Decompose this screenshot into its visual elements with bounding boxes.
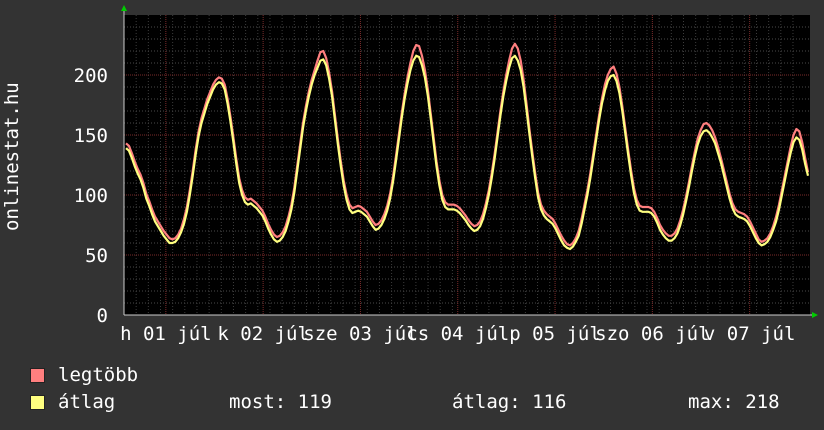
atlag-label: átlag bbox=[58, 391, 116, 413]
traffic-chart: 0 50 100 150 200 h 01 júl k 02 júlsze 03 júlcs… bbox=[74, 5, 818, 345]
y-tick-label: 0 bbox=[97, 305, 108, 327]
legtobb-swatch bbox=[30, 367, 45, 383]
atlag-swatch bbox=[30, 394, 45, 410]
x-tick-label: v 07 júl bbox=[704, 323, 796, 345]
plot-area bbox=[124, 15, 810, 315]
y-axis-arrow bbox=[121, 5, 127, 11]
x-tick-label: p 05 júl bbox=[509, 323, 601, 345]
stat-atlag: átlag: 116 bbox=[452, 391, 567, 413]
stat-most: most: 119 bbox=[229, 391, 332, 413]
x-tick-label: szo 06 júl bbox=[595, 323, 709, 345]
x-tick-label: k 02 júl bbox=[217, 323, 309, 345]
legtobb-label: legtöbb bbox=[58, 364, 139, 386]
y-tick-label: 150 bbox=[74, 125, 108, 147]
y-tick-label: 50 bbox=[85, 245, 108, 267]
x-tick-label: cs 04 júl bbox=[406, 323, 509, 345]
x-tick-label: sze 03 júl bbox=[303, 323, 417, 345]
y-tick-label: 100 bbox=[74, 185, 108, 207]
x-tick-label: h 01 júl bbox=[120, 323, 212, 345]
legend-row-atlag: átlag bbox=[30, 391, 115, 413]
y-tick-label: 200 bbox=[74, 65, 108, 87]
legend-row-legtobb: legtöbb bbox=[30, 364, 138, 386]
stat-max: max: 218 bbox=[688, 391, 780, 413]
y-axis-label: onlinestat.hu bbox=[1, 82, 23, 231]
x-axis-arrow bbox=[812, 312, 818, 318]
